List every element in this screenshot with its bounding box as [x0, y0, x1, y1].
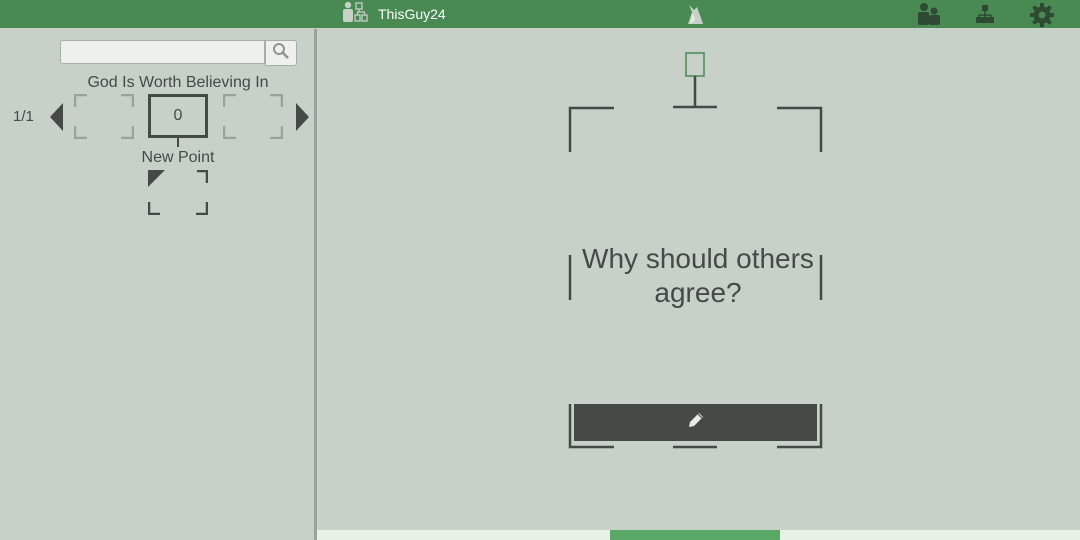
score-value: 0: [173, 107, 183, 124]
user-menu[interactable]: ThisGuy24: [342, 1, 446, 28]
pencil-icon: [686, 410, 706, 435]
main-area: Why should others agree?: [317, 29, 1080, 540]
people-icon[interactable]: [917, 2, 941, 31]
corner-tab-icon: [148, 170, 165, 187]
hierarchy-icon[interactable]: [975, 2, 995, 31]
next-arrow-icon[interactable]: [296, 103, 309, 131]
page-count: 1/1: [13, 108, 34, 125]
username: ThisGuy24: [378, 6, 446, 22]
question-prompt: Why should others agree?: [582, 243, 814, 308]
parent-node-marker[interactable]: [685, 52, 705, 77]
search-button[interactable]: [265, 40, 297, 66]
empty-sibling-slot-left[interactable]: [74, 94, 134, 139]
search-icon: [272, 42, 290, 65]
previous-arrow-icon[interactable]: [50, 103, 63, 131]
edit-button[interactable]: [574, 404, 817, 441]
new-point-label[interactable]: New Point: [108, 149, 248, 167]
connector-line: [177, 138, 179, 147]
new-point-box[interactable]: [148, 170, 208, 215]
user-tree-icon: [342, 1, 368, 28]
search-input[interactable]: [60, 40, 265, 64]
connector-line: [673, 76, 717, 109]
claim-title[interactable]: God Is Worth Believing In: [60, 74, 296, 92]
score-box[interactable]: 0: [148, 94, 208, 138]
empty-sibling-slot-right[interactable]: [223, 94, 283, 139]
top-bar: ThisGuy24: [0, 0, 1080, 28]
progress-bar: [610, 530, 780, 540]
unicorn-icon[interactable]: [684, 2, 706, 31]
frame-top-corners: [568, 106, 823, 152]
sidebar: God Is Worth Believing In 1/1 0 New Poin…: [0, 29, 314, 540]
